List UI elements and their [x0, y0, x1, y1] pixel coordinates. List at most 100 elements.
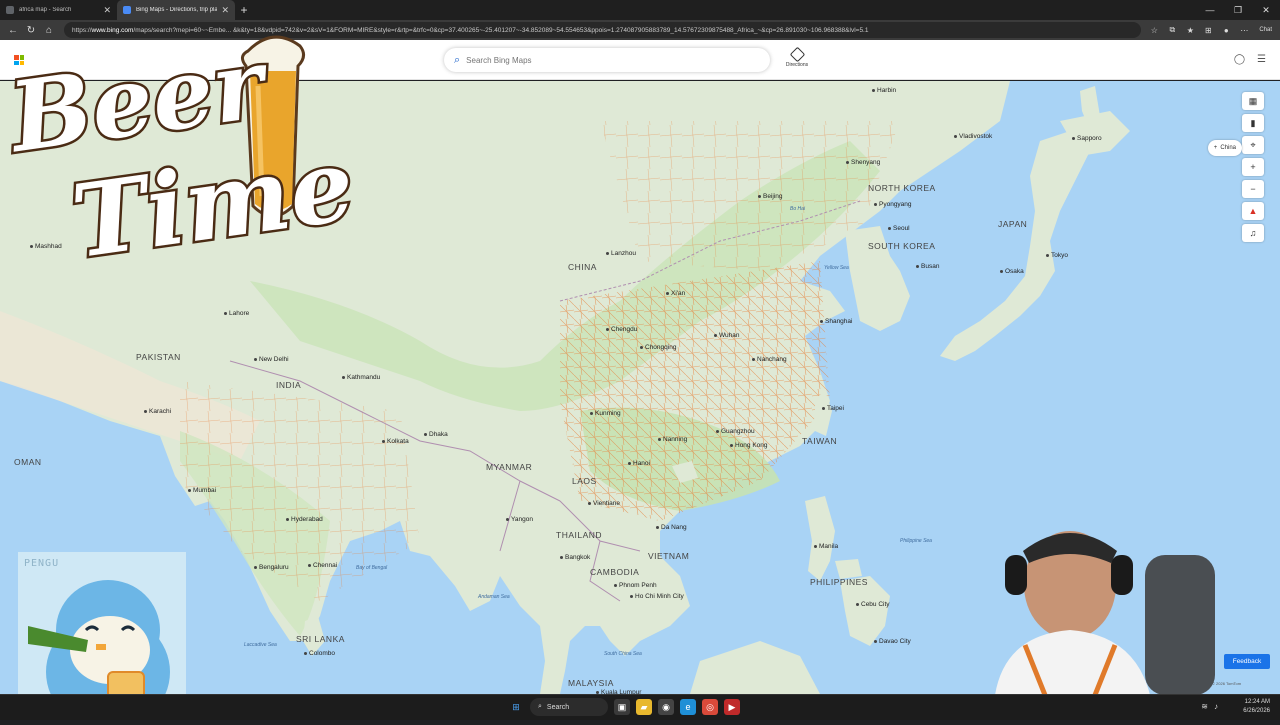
chat-button[interactable]: Chat — [1255, 27, 1276, 33]
city-label[interactable]: Harbin — [872, 87, 896, 94]
country-label[interactable]: SRI LANKA — [296, 634, 345, 644]
map-search-box[interactable]: ⌕ — [444, 48, 770, 72]
country-label[interactable]: PHILIPPINES — [810, 577, 868, 587]
city-label[interactable]: Nanning — [658, 436, 687, 443]
edge-icon[interactable]: e — [680, 699, 696, 715]
country-label[interactable]: INDIA — [276, 380, 301, 390]
locate-me-icon[interactable]: ⌖ — [1242, 136, 1264, 154]
taskbar-clock[interactable]: 12:24 AM 6/26/2026 — [1243, 698, 1270, 716]
country-label[interactable]: NORTH KOREA — [868, 183, 936, 193]
sea-label[interactable]: Andaman Sea — [478, 594, 510, 600]
city-label[interactable]: Kunming — [590, 410, 621, 417]
zoom-in-button[interactable]: + — [1242, 158, 1264, 176]
close-icon[interactable]: ✕ — [221, 5, 229, 16]
city-label[interactable]: New Delhi — [254, 356, 289, 363]
tab-bing-maps[interactable]: Bing Maps - Directions, trip planner ✕ — [117, 0, 235, 20]
menu-dots-icon[interactable]: ⋯ — [1237, 26, 1251, 35]
country-label[interactable]: JAPAN — [998, 219, 1027, 229]
city-label[interactable]: Beijing — [758, 193, 783, 200]
city-label[interactable]: Pyongyang — [874, 201, 912, 208]
wifi-icon[interactable]: ≋ — [1201, 702, 1208, 711]
zoom-out-button[interactable]: − — [1242, 180, 1264, 198]
file-explorer-icon[interactable]: ▰ — [636, 699, 652, 715]
notification-bell-icon[interactable]: ♫ — [1242, 224, 1264, 242]
directions-button[interactable]: Directions — [783, 46, 811, 68]
profile-icon[interactable]: ● — [1219, 26, 1233, 35]
city-label[interactable]: Sapporo — [1072, 135, 1102, 142]
collections-icon[interactable]: ⊞ — [1201, 26, 1215, 35]
country-label[interactable]: VIETNAM — [648, 551, 689, 561]
city-label[interactable]: Xi'an — [666, 290, 685, 297]
city-label[interactable]: Cebu City — [856, 601, 890, 608]
city-label[interactable]: Manila — [814, 543, 838, 550]
city-label[interactable]: Yangon — [506, 516, 533, 523]
taskbar-search[interactable]: ⌕ Search — [530, 698, 608, 716]
traffic-icon[interactable]: ▮ — [1242, 114, 1264, 132]
extensions-icon[interactable]: ⧉ — [1165, 25, 1179, 35]
city-label[interactable]: Bangkok — [560, 554, 590, 561]
city-label[interactable]: Kolkata — [382, 438, 409, 445]
city-label[interactable]: Shanghai — [820, 318, 852, 325]
task-view-icon[interactable]: ▣ — [614, 699, 630, 715]
city-label[interactable]: Phnom Penh — [614, 582, 657, 589]
close-window-icon[interactable]: ✕ — [1252, 0, 1280, 20]
city-label[interactable]: Ho Chi Minh City — [630, 593, 684, 600]
map-style-icon[interactable]: ▦ — [1242, 92, 1264, 110]
city-label[interactable]: Bengaluru — [254, 564, 289, 571]
compass-icon[interactable]: ▲ — [1242, 202, 1264, 220]
country-label[interactable]: THAILAND — [556, 530, 602, 540]
city-label[interactable]: Hanoi — [628, 460, 650, 467]
sea-label[interactable]: Laccadive Sea — [244, 642, 277, 648]
account-icon[interactable]: ◯ — [1234, 54, 1245, 65]
close-icon[interactable]: ✕ — [103, 5, 111, 16]
city-label[interactable]: Vientiane — [588, 500, 620, 507]
city-label[interactable]: Davao City — [874, 638, 911, 645]
sea-label[interactable]: Yellow Sea — [824, 265, 849, 271]
city-label[interactable]: Karachi — [144, 408, 171, 415]
city-label[interactable]: Da Nang — [656, 524, 687, 531]
record-app-icon[interactable]: ▶ — [724, 699, 740, 715]
country-label[interactable]: CAMBODIA — [590, 567, 639, 577]
city-label[interactable]: Tokyo — [1046, 252, 1068, 259]
country-label[interactable]: OMAN — [14, 457, 42, 467]
location-chip[interactable]: + China — [1207, 140, 1242, 156]
hamburger-menu-icon[interactable]: ☰ — [1257, 54, 1266, 65]
city-label[interactable]: Wuhan — [714, 332, 739, 339]
search-icon[interactable]: ⌕ — [454, 54, 460, 67]
city-label[interactable]: Dhaka — [424, 431, 448, 438]
city-label[interactable]: Lanzhou — [606, 250, 636, 257]
city-label[interactable]: Chennai — [308, 562, 337, 569]
search-input[interactable] — [466, 55, 747, 65]
sea-label[interactable]: South China Sea — [604, 651, 642, 657]
country-label[interactable]: SOUTH KOREA — [868, 241, 935, 251]
sea-label[interactable]: Bo Hai — [790, 206, 805, 212]
city-label[interactable]: Hong Kong — [730, 442, 768, 449]
country-label[interactable]: CHINA — [568, 262, 597, 272]
country-label[interactable]: MALAYSIA — [568, 678, 614, 688]
city-label[interactable]: Vladivostok — [954, 133, 992, 140]
volume-icon[interactable]: ♪ — [1214, 702, 1218, 711]
star-icon[interactable]: ☆ — [1147, 26, 1161, 35]
country-label[interactable]: MYANMAR — [486, 462, 532, 472]
country-label[interactable]: PAKISTAN — [136, 352, 181, 362]
city-label[interactable]: Mumbai — [188, 487, 216, 494]
feedback-button[interactable]: Feedback — [1224, 654, 1270, 669]
chrome-icon[interactable]: ◎ — [702, 699, 718, 715]
city-label[interactable]: Nanchang — [752, 356, 787, 363]
city-label[interactable]: Hyderabad — [286, 516, 323, 523]
city-label[interactable]: Seoul — [888, 225, 910, 232]
city-label[interactable]: Taipei — [822, 405, 844, 412]
favorites-icon[interactable]: ★ — [1183, 26, 1197, 35]
city-label[interactable]: Osaka — [1000, 268, 1024, 275]
city-label[interactable]: Busan — [916, 263, 939, 270]
city-label[interactable]: Chengdu — [606, 326, 637, 333]
city-label[interactable]: Guangzhou — [716, 428, 755, 435]
windows-start-icon[interactable]: ⊞ — [508, 699, 524, 715]
city-label[interactable]: Shenyang — [846, 159, 880, 166]
country-label[interactable]: LAOS — [572, 476, 597, 486]
obs-icon[interactable]: ◉ — [658, 699, 674, 715]
new-tab-button[interactable]: + — [235, 0, 253, 20]
maximize-icon[interactable]: ❐ — [1224, 0, 1252, 20]
sea-label[interactable]: Bay of Bengal — [356, 565, 387, 571]
city-label[interactable]: Lahore — [224, 310, 249, 317]
